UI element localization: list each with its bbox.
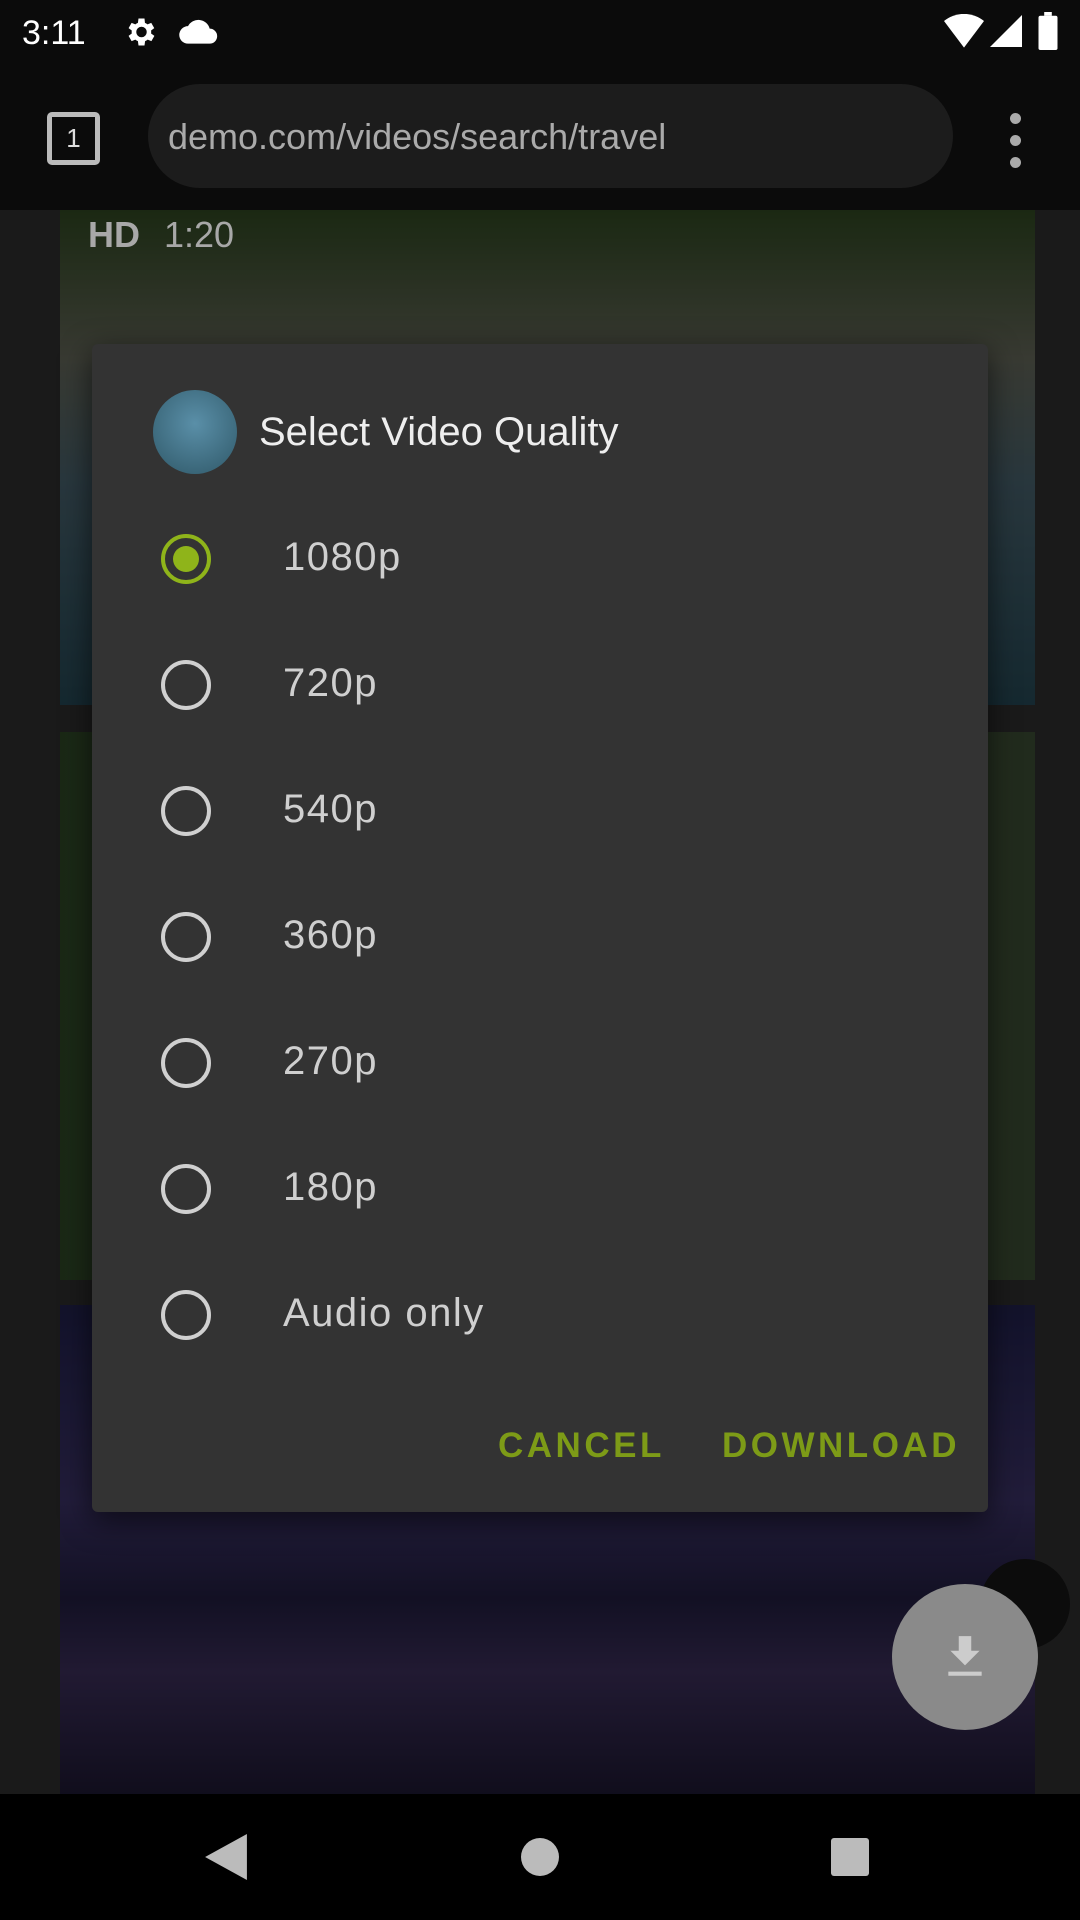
download-icon xyxy=(948,1636,982,1676)
download-button[interactable]: DOWNLOAD xyxy=(722,1426,960,1466)
url-bar[interactable]: demo.com/videos/search/travel xyxy=(148,84,953,188)
app-logo xyxy=(153,390,237,474)
radio-button[interactable] xyxy=(161,534,211,584)
radio-button[interactable] xyxy=(161,912,211,962)
quality-option-720p[interactable]: 720p xyxy=(92,621,988,747)
download-fab[interactable] xyxy=(892,1584,1038,1730)
hd-badge: HD xyxy=(88,214,140,255)
status-time: 3:11 xyxy=(22,14,86,52)
option-label: 360p xyxy=(283,913,378,957)
cloud-icon xyxy=(179,19,218,44)
signal-icon xyxy=(990,15,1022,47)
option-label: 720p xyxy=(283,661,378,705)
status-bar: 3:11 xyxy=(0,0,1080,73)
url-text: demo.com/videos/search/travel xyxy=(168,116,667,157)
quality-option-1080p[interactable]: 1080p xyxy=(92,495,988,621)
radio-button[interactable] xyxy=(161,786,211,836)
option-label: 180p xyxy=(283,1165,378,1209)
settings-icon xyxy=(128,18,155,46)
quality-option-audio-only[interactable]: Audio only xyxy=(92,1251,988,1377)
radio-button[interactable] xyxy=(161,1164,211,1214)
quality-option-180p[interactable]: 180p xyxy=(92,1125,988,1251)
back-icon[interactable] xyxy=(205,1834,247,1880)
battery-icon xyxy=(1038,12,1058,50)
radio-button[interactable] xyxy=(161,660,211,710)
wifi-icon xyxy=(944,14,984,48)
video-duration: 1:20 xyxy=(164,214,235,255)
navigation-bar xyxy=(0,1794,1080,1920)
option-label: Audio only xyxy=(283,1291,485,1335)
video-quality-dialog: Select Video Quality 1080p 720p 540p 360… xyxy=(92,344,988,1512)
quality-option-360p[interactable]: 360p xyxy=(92,873,988,999)
option-label: 270p xyxy=(283,1039,378,1083)
dialog-title: Select Video Quality xyxy=(259,410,619,454)
quality-option-540p[interactable]: 540p xyxy=(92,747,988,873)
recents-icon[interactable] xyxy=(831,1838,869,1876)
tab-switcher-button[interactable]: 1 xyxy=(47,112,100,165)
home-icon[interactable] xyxy=(521,1838,559,1876)
option-label: 540p xyxy=(283,787,378,831)
radio-button[interactable] xyxy=(161,1038,211,1088)
quality-option-270p[interactable]: 270p xyxy=(92,999,988,1125)
option-label: 1080p xyxy=(283,535,402,579)
browser-toolbar: 1 demo.com/videos/search/travel xyxy=(0,73,1080,210)
more-vert-icon[interactable] xyxy=(1003,113,1029,173)
cancel-button[interactable]: CANCEL xyxy=(498,1426,665,1466)
radio-button[interactable] xyxy=(161,1290,211,1340)
